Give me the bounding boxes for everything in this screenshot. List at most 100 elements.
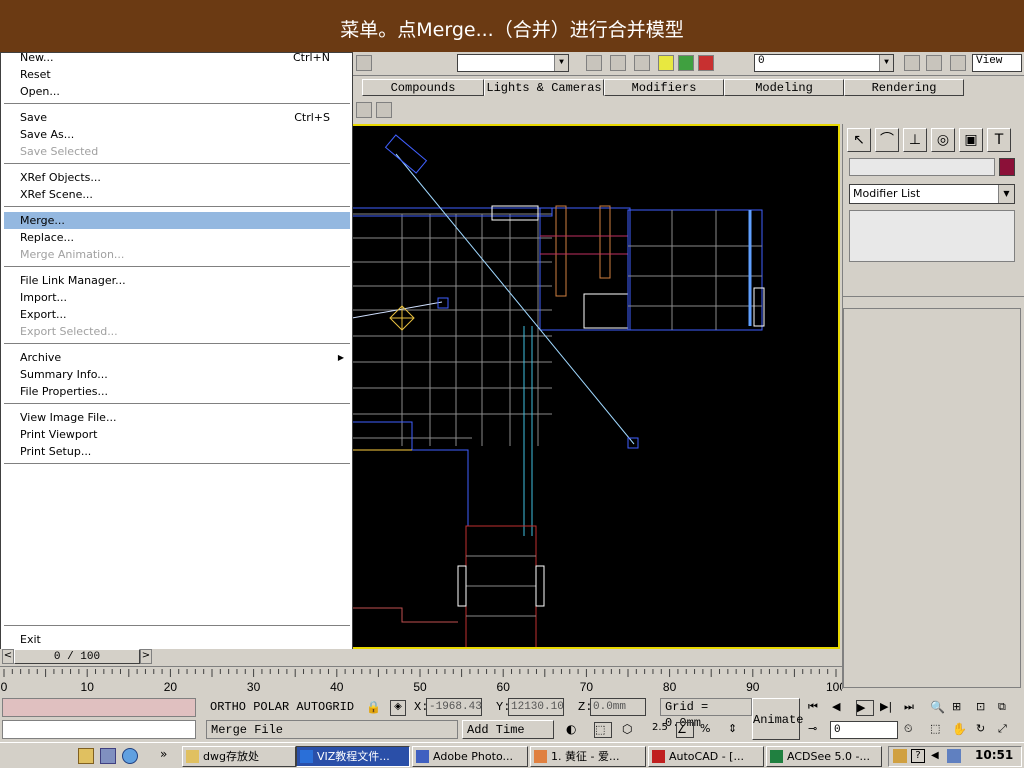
menu-item-merge[interactable]: Merge...	[4, 212, 350, 229]
tab-rendering[interactable]: Rendering	[844, 79, 964, 96]
tray-volume-icon[interactable]: ◀	[931, 750, 939, 761]
pan-hand-icon[interactable]: ✋	[952, 722, 970, 738]
menu-item-open[interactable]: Open...	[4, 83, 350, 100]
zoom-extents-all-icon[interactable]: ⧉	[998, 700, 1016, 716]
chevron-down-icon[interactable]: ▼	[879, 55, 893, 71]
go-to-start-icon[interactable]: ⏮	[808, 700, 826, 716]
display-icon[interactable]: ▣	[959, 128, 983, 152]
y-coordinate-field[interactable]: 12130.10	[508, 698, 564, 716]
menu-item-xref-objects[interactable]: XRef Objects...	[4, 169, 350, 186]
maximize-viewport-icon[interactable]: ⤢	[998, 722, 1016, 738]
taskbar-button[interactable]: VIZ教程文件...	[296, 746, 410, 767]
time-slider-thumb[interactable]: 0 / 100	[14, 649, 140, 664]
taskbar-button[interactable]: Adobe Photo...	[412, 746, 528, 767]
tab-compounds[interactable]: Compounds	[362, 79, 484, 96]
chevron-down-icon[interactable]: ▼	[998, 185, 1014, 203]
quicklaunch-folder-icon[interactable]	[78, 748, 94, 764]
prev-frame-icon[interactable]: <	[2, 649, 14, 664]
tray-help-icon[interactable]: ?	[911, 749, 925, 763]
current-frame-field[interactable]: 0	[830, 721, 898, 739]
menu-item-file-properties[interactable]: File Properties...	[4, 383, 350, 400]
next-frame-icon[interactable]: >	[140, 649, 152, 664]
utilities-icon[interactable]: T	[987, 128, 1011, 152]
track-bar[interactable]: 0 10 20 30 40 50 60 70 80 90 100	[0, 666, 846, 696]
schematic-icon[interactable]	[904, 55, 920, 71]
freeze-icon[interactable]	[678, 55, 694, 71]
tab-modeling[interactable]: Modeling	[724, 79, 844, 96]
animate-button[interactable]: Animate	[752, 698, 803, 740]
menu-item-print-setup[interactable]: Print Setup...	[4, 443, 350, 460]
quicklaunch-computer-icon[interactable]	[100, 748, 116, 764]
tray-network-icon[interactable]	[947, 749, 961, 763]
render-teapot-icon[interactable]	[950, 55, 966, 71]
time-config-icon[interactable]: ⏲	[904, 722, 922, 738]
angle-snap-icon[interactable]: ∠	[676, 722, 694, 738]
zoom-all-icon[interactable]: ⊞	[952, 700, 970, 716]
camera-icon[interactable]	[376, 102, 392, 118]
select-icon[interactable]	[356, 55, 372, 71]
show-more-icon[interactable]: »	[160, 747, 167, 761]
zoom-icon[interactable]: 🔍	[930, 700, 948, 716]
menu-item-summary-info[interactable]: Summary Info...	[4, 366, 350, 383]
snap-toggles[interactable]: ORTHO POLAR AUTOGRID	[210, 700, 354, 714]
layer-combo[interactable]: 0 ▼	[754, 54, 894, 72]
menu-item-save-as[interactable]: Save As...	[4, 126, 350, 143]
maxscript-input[interactable]	[2, 720, 196, 739]
layer-manager-icon[interactable]	[610, 55, 626, 71]
motion-icon[interactable]: ◎	[931, 128, 955, 152]
menu-item-archive[interactable]: Archive ▶	[4, 349, 350, 366]
light-icon[interactable]	[356, 102, 372, 118]
modifier-list-dropdown[interactable]: Modifier List ▼	[849, 184, 1015, 204]
menu-item-replace[interactable]: Replace...	[4, 229, 350, 246]
menu-item-new[interactable]: New... Ctrl+N	[4, 49, 350, 66]
menu-item-view-image-file[interactable]: View Image File...	[4, 409, 350, 426]
percent-snap-icon[interactable]: %	[700, 722, 716, 738]
maxscript-listener[interactable]	[2, 698, 196, 717]
tab-modifiers[interactable]: Modifiers	[604, 79, 724, 96]
color-icon[interactable]	[698, 55, 714, 71]
previous-frame-icon[interactable]: ◀	[832, 700, 850, 716]
taskbar-button[interactable]: AutoCAD - [...	[648, 746, 764, 767]
menu-item-xref-scene[interactable]: XRef Scene...	[4, 186, 350, 203]
go-to-end-icon[interactable]: ⏭	[904, 700, 922, 716]
menu-item-save[interactable]: Save Ctrl+S	[4, 109, 350, 126]
spinner-snap-icon[interactable]: ⇕	[728, 722, 744, 738]
hierarchy-icon[interactable]: ⊥	[903, 128, 927, 152]
render-icon[interactable]: ◐	[566, 722, 582, 738]
start-apple-icon[interactable]	[14, 747, 34, 765]
material-editor-icon[interactable]	[926, 55, 942, 71]
snap-icon[interactable]	[586, 55, 602, 71]
z-coordinate-field[interactable]: 0.0mm	[590, 698, 646, 716]
x-coordinate-field[interactable]: -1968.43	[426, 698, 482, 716]
selection-set-combo[interactable]: ▼	[457, 54, 569, 72]
menu-item-exit[interactable]: Exit	[4, 631, 350, 648]
cube-icon[interactable]: ⬡	[622, 722, 638, 738]
quicklaunch-network-icon[interactable]	[122, 748, 138, 764]
add-time-tag-button[interactable]: Add Time Tag	[462, 720, 554, 756]
menu-item-import[interactable]: Import...	[4, 289, 350, 306]
arc-rotate-icon[interactable]: ↻	[976, 722, 994, 738]
object-color-swatch[interactable]	[999, 158, 1015, 176]
next-frame-icon[interactable]: ▶|	[880, 700, 898, 716]
play-icon[interactable]: ▶	[856, 700, 874, 716]
menu-item-file-link-manager[interactable]: File Link Manager...	[4, 272, 350, 289]
top-viewport[interactable]	[352, 124, 840, 649]
modifier-stack-list[interactable]	[849, 210, 1015, 262]
snap-2-5-icon[interactable]: 2.5	[652, 722, 668, 738]
region-zoom-icon[interactable]: ⬚	[930, 722, 948, 738]
taskbar-button[interactable]: dwg存放处	[182, 746, 296, 767]
lock-icon[interactable]: 🔒	[366, 700, 381, 714]
render-view-combo[interactable]: View	[972, 54, 1022, 72]
absolute-mode-icon[interactable]: ◈	[390, 700, 406, 716]
menu-item-reset[interactable]: Reset	[4, 66, 350, 83]
zoom-extents-icon[interactable]: ⊡	[976, 700, 994, 716]
selection-filter-icon[interactable]: ⬚	[594, 722, 612, 738]
chevron-down-icon[interactable]: ▼	[554, 55, 568, 71]
object-name-field[interactable]	[849, 158, 995, 176]
tray-ime-icon[interactable]	[893, 749, 907, 763]
tab-lights-cameras[interactable]: Lights & Cameras	[484, 79, 604, 96]
create-icon[interactable]: ↖	[847, 128, 871, 152]
layer-list-icon[interactable]	[634, 55, 650, 71]
key-mode-icon[interactable]: ⊸	[808, 722, 822, 738]
time-slider[interactable]: < 0 / 100 >	[0, 649, 842, 666]
